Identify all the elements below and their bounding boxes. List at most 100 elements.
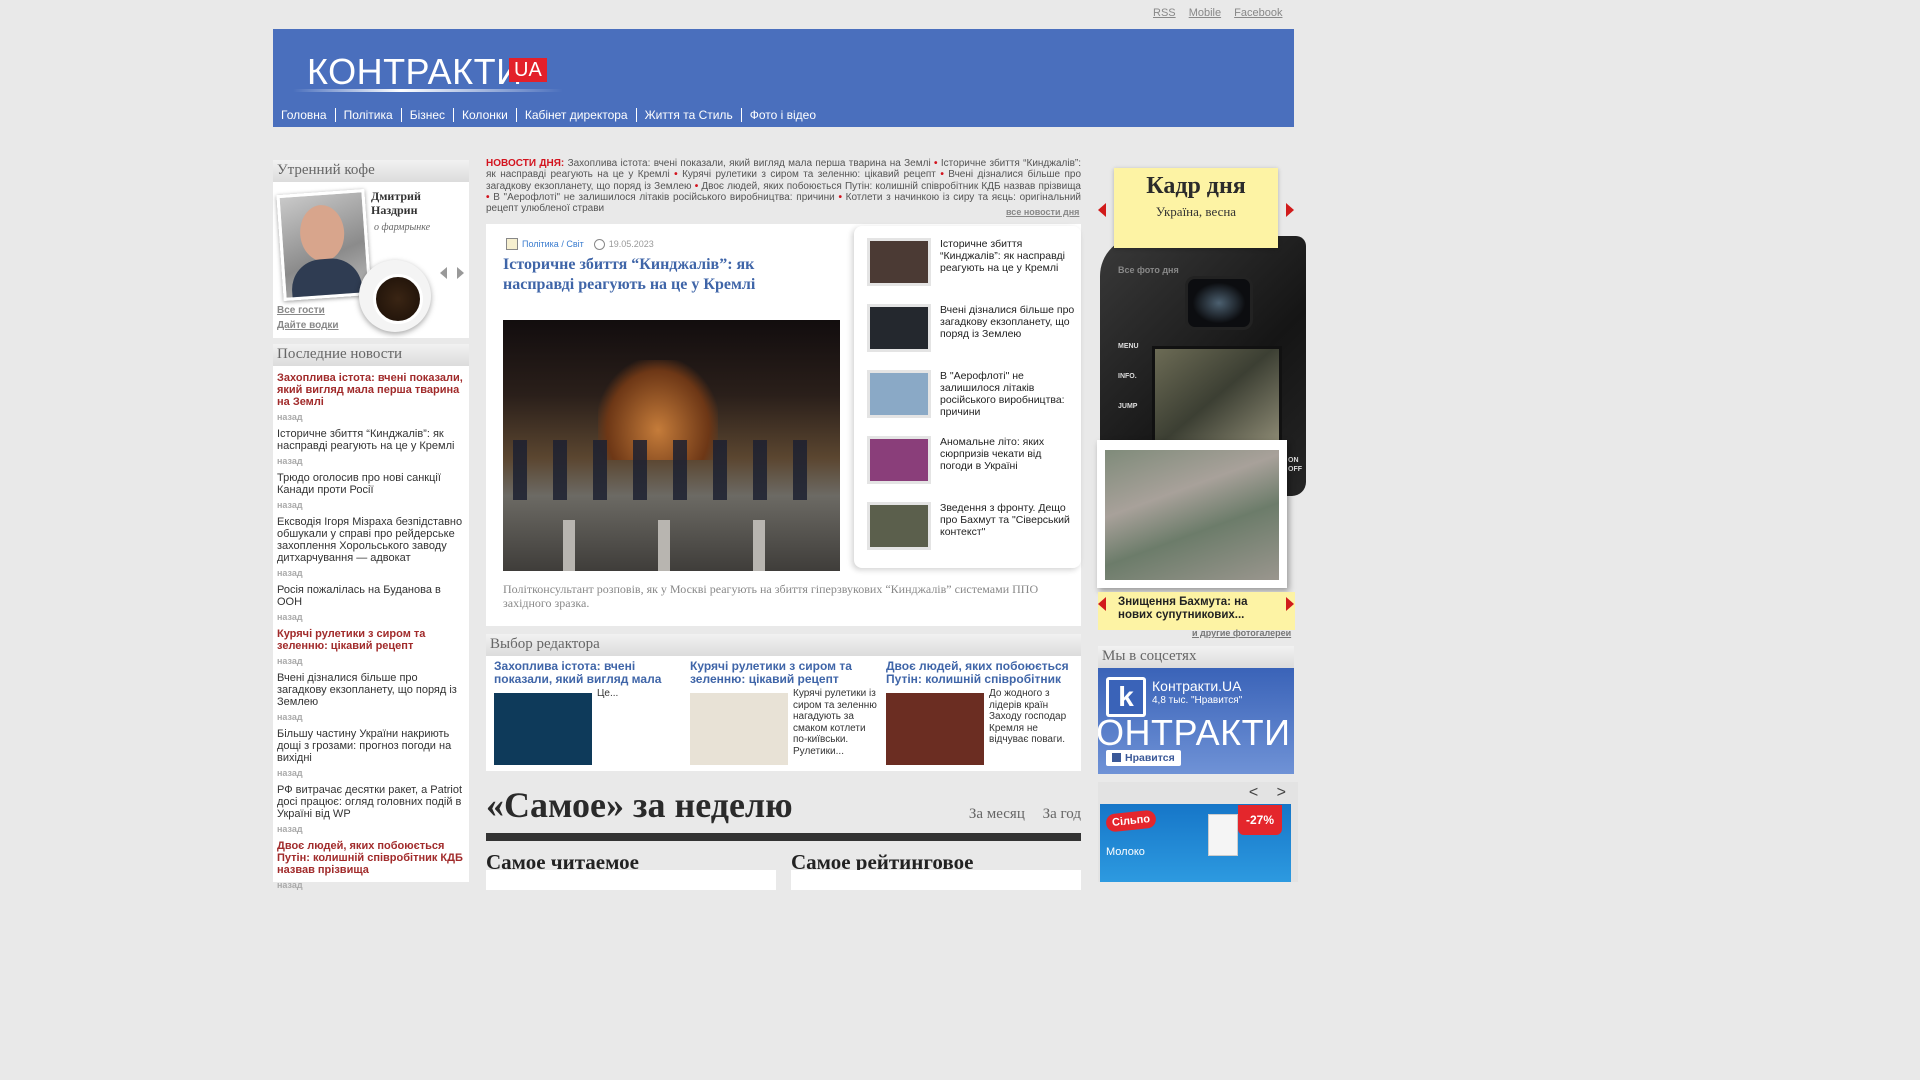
story-thumbnail[interactable] [867,436,931,484]
nav-item-home[interactable]: Головна [273,108,336,122]
photo-of-day-subtitle: Україна, весна [1155,204,1237,219]
editor-item-image[interactable] [690,693,788,765]
clock-icon [593,238,605,250]
photo-prev-icon[interactable] [1098,203,1106,217]
top-rated-box [791,870,1081,890]
ad-nav: < > [1235,784,1286,802]
latest-news-link[interactable]: Захоплива істота: вчені показали, який в… [277,372,465,408]
latest-news-link[interactable]: Росія пожалілась на Буданова в ООН [277,584,465,608]
gallery-polaroid[interactable] [1097,440,1287,588]
story-thumbnail[interactable] [867,502,931,550]
ad-next-button[interactable]: > [1277,784,1286,801]
month-link[interactable]: За месяц [969,806,1025,822]
latest-news-link[interactable]: Курячі рулетики з сиром та зеленню: ціка… [277,628,465,652]
next-arrow-icon[interactable] [457,267,464,279]
day-news-link[interactable]: Курячі рулетики з сиром та зеленню: ціка… [682,169,936,180]
day-news-link[interactable]: Двоє людей, яких побоюється Путін: колиш… [701,181,1081,192]
latest-news-link[interactable]: Історичне збиття “Кинджалів”: як насправ… [277,428,465,452]
camera-lcd-photo[interactable] [1152,346,1282,446]
facebook-link[interactable]: Facebook [1234,7,1282,19]
story-thumbnail[interactable] [867,304,931,352]
time-ago-label: назад [277,612,303,622]
side-story-title[interactable]: Аномальне літо: яких сюрпризів чекати ві… [940,436,1075,472]
milk-pack-image [1208,814,1238,856]
list-item: Двоє людей, яких побоюється Путін: колиш… [273,840,469,891]
day-news-ticker: НОВОСТИ ДНЯ: Захоплива істота: вчені пок… [486,158,1081,214]
satellite-image[interactable] [1105,450,1279,580]
fb-cover-text: ОНТРАКТИ [1098,712,1291,753]
side-story-title[interactable]: В "Аерофлоті" не залишилося літаків росі… [940,370,1075,418]
fb-like-button[interactable]: Нравится [1106,750,1181,766]
side-story-title[interactable]: Вчені дізналися більше про загадкову екз… [940,304,1075,340]
editor-item[interactable]: Захоплива істота: вчені показали, який в… [494,660,680,765]
top-links: RSS Mobile Facebook [1153,7,1292,19]
editor-item[interactable]: Курячі рулетики з сиром та зеленню: ціка… [690,660,877,765]
nav-item-photo-video[interactable]: Фото і відео [742,108,824,122]
photo-of-day-title[interactable]: Кадр дня [1114,173,1278,200]
main-nav: Головна Політика Бізнес Колонки Кабінет … [273,108,824,122]
photo-next-icon[interactable] [1286,203,1294,217]
gallery-prev-icon[interactable] [1098,597,1106,611]
latest-news-link[interactable]: Ексводія Ігоря Мізраха безпідставно обшу… [277,516,465,564]
time-ago-label: назад [277,712,303,722]
mobile-link[interactable]: Mobile [1189,7,1221,19]
latest-news-link[interactable]: Трюдо оголосив про нові санкції Канади п… [277,472,465,496]
story-caption: Політконсультант розповів, як у Москві р… [503,582,1039,610]
side-story-title[interactable]: Історичне збиття “Кинджалів”: як насправ… [940,238,1075,274]
ad-product-name: Молоко [1106,846,1145,858]
fb-page-name[interactable]: Контракти.UA [1152,678,1242,694]
nav-item-lifestyle[interactable]: Життя та Стиль [637,108,742,122]
nav-item-politics[interactable]: Політика [336,108,402,122]
nav-item-columns[interactable]: Колонки [454,108,517,122]
day-news-link[interactable]: В "Аерофлоті" не залишилося літаків росі… [493,192,835,203]
social-header: Мы в соцсетях [1098,646,1294,668]
year-link[interactable]: За год [1043,806,1081,822]
editor-item-title[interactable]: Двоє людей, яких побоюється Путін: колиш… [886,660,1072,686]
gallery-title[interactable]: Знищення Бахмута: на нових супутникових.… [1118,596,1278,622]
prev-arrow-icon[interactable] [440,267,447,279]
contracts-logo-icon: k [1106,677,1146,717]
author-photo[interactable] [276,189,372,301]
rss-link[interactable]: RSS [1153,7,1176,19]
list-item: РФ витрачає десятки ракет, а Patriot дос… [273,784,469,835]
editor-item-image[interactable] [494,693,592,765]
week-period-links: За месяц За год [955,806,1081,823]
latest-news-link[interactable]: Двоє людей, яких побоюється Путін: колиш… [277,840,465,876]
time-ago-label: назад [277,568,303,578]
editor-item-title[interactable]: Курячі рулетики з сиром та зеленню: ціка… [690,660,876,686]
story-category[interactable]: Політика / Світ [522,239,584,249]
all-day-news-link[interactable]: все новости дня [1006,207,1079,217]
week-section: «Самое» за неделю За месяц За год Самое … [486,784,1081,890]
all-guests-link[interactable]: Все гости [277,305,325,316]
latest-news-link[interactable]: Вчені дізналися більше про загадкову екз… [277,672,465,708]
story-thumbnail[interactable] [867,370,931,418]
give-water-link[interactable]: Дайте водки [277,320,339,331]
editor-item-image[interactable] [886,693,984,765]
nav-item-director[interactable]: Кабінет директора [517,108,637,122]
day-news-link[interactable]: Захоплива істота: вчені показали, який в… [568,158,931,169]
side-story-title[interactable]: Зведення з фронту. Дещо про Бахмут та "С… [940,502,1075,538]
list-item: Захоплива істота: вчені показали, який в… [273,372,469,423]
list-item: Історичне збиття “Кинджалів”: як насправ… [273,428,469,467]
ad-prev-button[interactable]: < [1249,784,1258,801]
story-thumbnail[interactable] [867,238,931,286]
story-title[interactable]: Історичне збиття “Кинджалів”: як насправ… [503,255,823,295]
bullet-icon: • [934,158,938,169]
latest-news-link[interactable]: РФ витрачає десятки ракет, а Patriot дос… [277,784,465,820]
time-ago-label: назад [277,768,303,778]
editor-item-title[interactable]: Захоплива істота: вчені показали, який в… [494,660,680,686]
author-name[interactable]: Дмитрий Наздрин [371,189,461,217]
editor-item[interactable]: Двоє людей, яких побоюється Путін: колиш… [886,660,1072,765]
latest-news-link[interactable]: Більшу частину України накриють дощі з г… [277,728,465,764]
other-galleries-link[interactable]: и другие фотогалереи [1192,628,1291,638]
gallery-next-icon[interactable] [1286,597,1294,611]
logo-swoosh [293,89,563,92]
ad-creative[interactable]: Сільпо -27% Молоко [1100,804,1291,882]
list-item: Ексводія Ігоря Мізраха безпідставно обшу… [273,516,469,579]
facebook-widget[interactable]: k Контракти.UA 4,8 тыс. "Нравится" ОНТРА… [1098,668,1294,774]
nav-item-business[interactable]: Бізнес [402,108,455,122]
calendar-icon [506,238,518,250]
story-image[interactable] [503,320,840,571]
all-photos-link[interactable]: Все фото дня [1118,265,1179,275]
site-logo[interactable]: КОНТРАКТИ [307,51,523,93]
